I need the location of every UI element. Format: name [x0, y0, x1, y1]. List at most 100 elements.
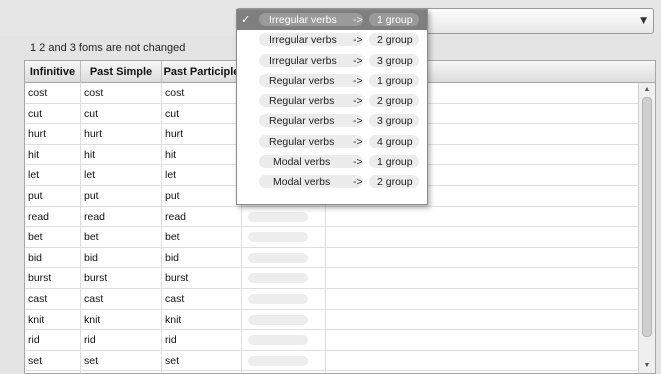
option-label: Modal verbs — [273, 176, 331, 189]
infinitive-cell: read — [25, 206, 81, 227]
column-header-infinitive[interactable]: Infinitive — [25, 61, 81, 83]
infinitive-cell: hurt — [25, 124, 81, 144]
empty-cell — [326, 268, 638, 288]
past-participle-cell: put — [162, 185, 242, 206]
table-row[interactable]: rid rid rid — [25, 330, 655, 351]
table-row[interactable]: set set set — [25, 350, 655, 372]
past-simple-cell: burst — [81, 268, 162, 288]
dropdown-option[interactable]: Modal verbs -> 2 group — [237, 172, 427, 192]
option-group: 3 group — [377, 54, 413, 67]
option-group: 2 group — [377, 34, 413, 47]
past-participle-cell: knit — [162, 309, 242, 330]
past-participle-cell: cut — [162, 103, 242, 124]
past-simple-cell: let — [81, 165, 162, 185]
option-arrow: -> — [353, 54, 363, 67]
dropdown-option[interactable]: Regular verbs -> 2 group — [237, 91, 427, 111]
past-simple-cell: cost — [81, 83, 162, 103]
past-simple-cell: cut — [81, 103, 162, 124]
redacted-text — [248, 252, 308, 263]
table-row[interactable]: knit knit knit — [25, 309, 655, 331]
option-arrow: -> — [353, 115, 363, 128]
option-group: 3 group — [377, 115, 413, 128]
chevron-down-icon[interactable]: ▼ — [640, 16, 647, 26]
option-label: Modal verbs — [273, 156, 331, 169]
option-label: Irregular verbs — [269, 14, 337, 26]
checkmark-icon: ✓ — [241, 13, 251, 26]
option-arrow: -> — [353, 34, 363, 47]
scrollbar-thumb[interactable] — [642, 97, 652, 337]
redacted-text — [248, 273, 308, 284]
redacted-text — [248, 314, 308, 325]
past-participle-cell: let — [162, 165, 242, 185]
past-simple-cell: hit — [81, 144, 162, 165]
option-group: 1 group — [377, 14, 413, 26]
option-label: Regular verbs — [269, 95, 335, 108]
option-arrow: -> — [353, 74, 363, 87]
redacted-text — [248, 232, 308, 243]
scroll-up-icon[interactable]: ▲ — [639, 83, 655, 97]
past-participle-cell: set — [162, 350, 242, 371]
table-row[interactable]: bet bet bet — [25, 227, 655, 248]
past-participle-cell: rid — [162, 330, 242, 350]
table-row[interactable]: read read read — [25, 206, 655, 228]
past-participle-cell: cast — [162, 288, 242, 309]
dropdown-option[interactable]: Regular verbs -> 3 group — [237, 111, 427, 131]
vertical-scrollbar[interactable]: ▲ ▼ — [638, 83, 655, 373]
translation-cell — [242, 288, 326, 309]
option-label: Regular verbs — [269, 135, 335, 148]
group-dropdown-list: ✓ Irregular verbs -> 1 group Irregular verbs… — [236, 9, 428, 205]
option-group: 2 group — [377, 176, 413, 189]
table-row[interactable]: bid bid bid — [25, 247, 655, 269]
past-participle-cell: cost — [162, 83, 242, 103]
dropdown-option[interactable]: Irregular verbs -> 2 group — [237, 30, 427, 50]
table-row[interactable]: cast cast cast — [25, 288, 655, 310]
option-arrow: -> — [353, 135, 363, 148]
scroll-down-icon[interactable]: ▼ — [639, 359, 655, 373]
infinitive-cell: cast — [25, 288, 81, 309]
translation-cell — [242, 268, 326, 288]
infinitive-cell: cost — [25, 83, 81, 103]
translation-cell — [242, 206, 326, 227]
option-arrow: -> — [353, 156, 363, 169]
dropdown-option[interactable]: Regular verbs -> 4 group — [237, 132, 427, 152]
past-simple-cell: bet — [81, 227, 162, 247]
infinitive-cell: put — [25, 185, 81, 206]
empty-cell — [326, 351, 638, 371]
dropdown-option[interactable]: Modal verbs -> 1 group — [237, 152, 427, 172]
dropdown-option[interactable]: Irregular verbs -> 3 group — [237, 51, 427, 71]
empty-cell — [326, 289, 638, 309]
past-participle-cell: hit — [162, 144, 242, 165]
option-arrow: -> — [353, 14, 363, 26]
option-label: Regular verbs — [269, 74, 335, 87]
infinitive-cell: rid — [25, 330, 81, 350]
infinitive-cell: bid — [25, 247, 81, 268]
empty-cell — [326, 227, 638, 247]
redacted-text — [248, 355, 308, 366]
past-simple-cell: knit — [81, 309, 162, 330]
infinitive-cell: knit — [25, 309, 81, 330]
dropdown-option[interactable]: Regular verbs -> 1 group — [237, 71, 427, 91]
redacted-text — [248, 211, 308, 222]
column-header-past-participle[interactable]: Past Participle — [162, 61, 242, 83]
translation-cell — [242, 309, 326, 330]
past-participle-cell: read — [162, 206, 242, 227]
dropdown-option[interactable]: ✓ Irregular verbs -> 1 group — [237, 10, 427, 31]
infinitive-cell: bet — [25, 227, 81, 247]
option-group: 1 group — [377, 74, 413, 87]
past-simple-cell: put — [81, 185, 162, 206]
redacted-text — [248, 335, 308, 346]
past-participle-cell: burst — [162, 268, 242, 288]
past-participle-cell: hurt — [162, 124, 242, 144]
translation-cell — [242, 227, 326, 247]
table-caption: 1 2 and 3 foms are not changed — [30, 42, 186, 54]
infinitive-cell: hit — [25, 144, 81, 165]
option-label: Regular verbs — [269, 115, 335, 128]
past-participle-cell: bet — [162, 227, 242, 247]
option-group: 2 group — [377, 95, 413, 108]
option-group: 1 group — [377, 156, 413, 169]
translation-cell — [242, 350, 326, 371]
past-simple-cell: hurt — [81, 124, 162, 144]
past-simple-cell: bid — [81, 247, 162, 268]
table-row[interactable]: burst burst burst — [25, 268, 655, 289]
column-header-past-simple[interactable]: Past Simple — [81, 61, 162, 83]
